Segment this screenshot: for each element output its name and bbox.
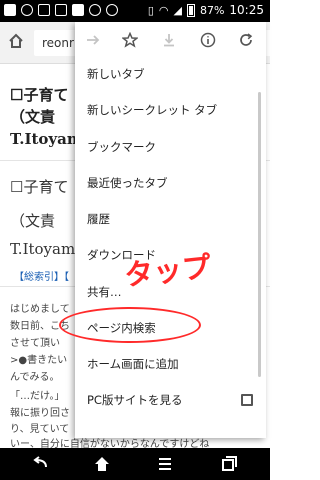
body-line: >●書きたい <box>10 355 68 366</box>
status-right-icons: ▯ ◠ ◢ 87% 10:25 <box>148 3 264 17</box>
back-icon[interactable] <box>20 448 60 480</box>
page-title-line: （文責 <box>10 108 56 126</box>
wifi-icon: ◠ <box>158 3 169 17</box>
info-icon[interactable] <box>198 32 218 52</box>
link-icon <box>38 4 50 16</box>
page-heading-line: （文責 <box>10 212 56 230</box>
page-author: T.Itoyam <box>10 240 76 258</box>
star-icon[interactable] <box>120 31 140 52</box>
menu-item-bookmarks[interactable]: ブックマーク <box>87 139 156 155</box>
body-line: んでみる。 <box>10 372 60 383</box>
page-heading-line: ☐子育て <box>10 178 69 196</box>
check-icon <box>106 4 118 16</box>
vibrate-icon: ▯ <box>147 3 154 17</box>
body-line: 報に振り回さ <box>10 408 70 419</box>
signal-icon: ◢ <box>173 3 182 17</box>
recent-apps-icon[interactable] <box>209 448 249 480</box>
home-icon[interactable] <box>6 32 26 52</box>
home-icon[interactable] <box>82 448 122 480</box>
index-links[interactable]: 【総索引】【 <box>14 268 69 283</box>
page-title-line: ☐子育て <box>10 86 69 104</box>
menu-icon-row <box>75 22 266 62</box>
clock: 10:25 <box>229 3 264 17</box>
google-icon <box>89 4 101 16</box>
menu-icon[interactable] <box>145 448 185 480</box>
menu-item-add-to-home-screen[interactable]: ホーム画面に追加 <box>87 356 179 372</box>
forward-icon[interactable] <box>83 32 103 52</box>
battery-percent: 87% <box>199 3 225 17</box>
menu-item-desktop-site[interactable]: PC版サイトを見る <box>87 392 182 408</box>
menu-item-share[interactable]: 共有… <box>87 284 122 300</box>
body-line: させて頂い <box>10 338 60 349</box>
desktop-site-checkbox[interactable] <box>241 394 253 406</box>
image-icon <box>4 4 16 16</box>
body-line: り、見ていて <box>10 424 70 435</box>
menu-item-new-tab[interactable]: 新しいタブ <box>87 66 145 82</box>
status-left-icons <box>4 4 118 16</box>
browser-overflow-menu: 新しいタブ 新しいシークレット タブ ブックマーク 最近使ったタブ 履歴 ダウン… <box>75 22 266 438</box>
page-author: T.Itoyam <box>10 130 83 148</box>
notification-icon <box>21 4 33 16</box>
refresh-icon[interactable] <box>236 32 256 52</box>
body-line: 「…だけ。」 <box>10 391 65 402</box>
system-nav-bar <box>0 448 270 480</box>
calendar-icon <box>55 4 67 16</box>
battery-icon <box>186 3 195 17</box>
menu-item-history[interactable]: 履歴 <box>87 211 110 227</box>
download-icon[interactable] <box>159 32 179 52</box>
menu-item-recent-tabs[interactable]: 最近使ったタブ <box>87 175 168 191</box>
menu-scrollbar[interactable] <box>258 92 261 377</box>
image-icon <box>72 4 84 16</box>
status-bar: ▯ ◠ ◢ 87% 10:25 <box>0 0 270 22</box>
menu-item-new-incognito-tab[interactable]: 新しいシークレット タブ <box>87 102 217 118</box>
highlight-circle <box>59 307 201 343</box>
body-line: はじめまして <box>10 304 70 315</box>
